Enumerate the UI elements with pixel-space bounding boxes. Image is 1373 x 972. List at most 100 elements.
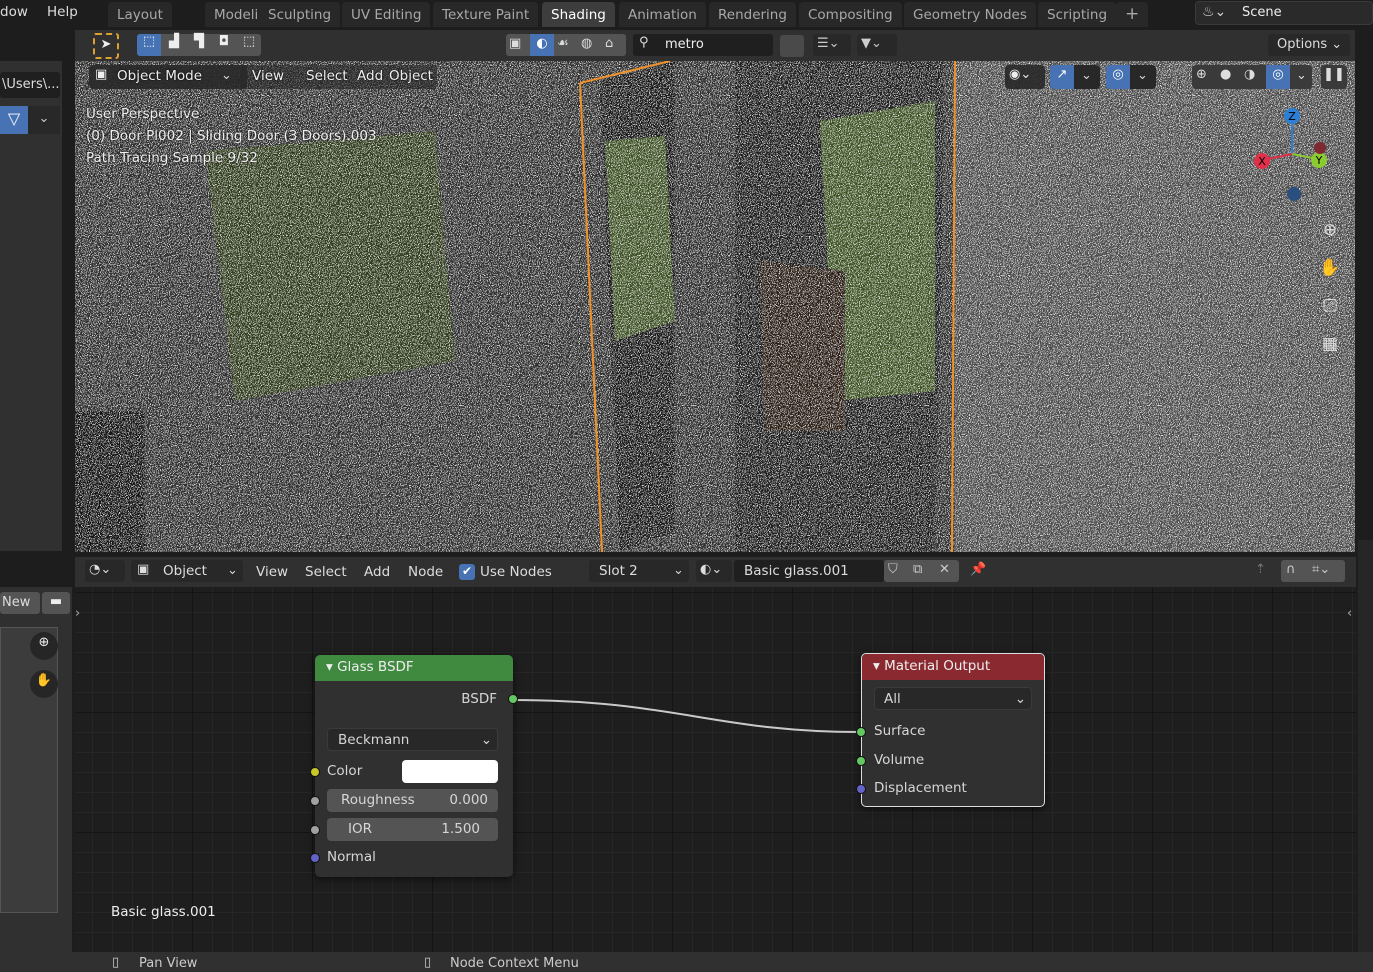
mode-dropdown[interactable]: ▣ Object Mode ⌄ bbox=[89, 65, 247, 89]
open-folder-icon[interactable]: ▬ bbox=[42, 592, 70, 614]
rendered-shading-icon[interactable]: ◎ bbox=[1266, 65, 1290, 89]
snap-grid-icon[interactable]: ⌗⌄ bbox=[1312, 562, 1330, 577]
hand-pan-icon[interactable]: ✋ bbox=[1318, 249, 1342, 287]
material-preview-icon[interactable]: ◑ bbox=[1244, 67, 1255, 82]
select-tool-icon[interactable]: ➤ bbox=[93, 33, 119, 59]
tab-sculpting[interactable]: Sculpting bbox=[259, 2, 341, 27]
pin-icon[interactable]: 📌 bbox=[970, 562, 986, 577]
display-mode-dropdown[interactable]: ☰⌄ bbox=[813, 34, 851, 56]
menu-node[interactable]: Node bbox=[408, 564, 443, 580]
extend-selection-icon[interactable]: ▟ bbox=[162, 34, 186, 49]
expand-right-chevron-icon[interactable]: ‹ bbox=[1347, 606, 1352, 621]
color-input-socket[interactable] bbox=[310, 767, 320, 777]
roughness-field[interactable]: Roughness 0.000 bbox=[327, 789, 498, 812]
browse-material-icon[interactable]: ◐⌄ bbox=[696, 560, 732, 582]
material-name-field[interactable]: Basic glass.001 bbox=[734, 560, 884, 582]
new-image-button[interactable]: New bbox=[0, 592, 40, 614]
material-icon[interactable]: ◐ bbox=[530, 34, 554, 56]
visibility-selectability-icon[interactable]: ◉⌄ bbox=[1005, 65, 1045, 89]
distribution-dropdown[interactable]: Beckmann ⌄ bbox=[327, 728, 498, 751]
perspective-grid-icon[interactable]: ▦ bbox=[1318, 325, 1342, 363]
displacement-input-socket[interactable] bbox=[856, 784, 866, 794]
hand-pan-icon[interactable]: ✋ bbox=[30, 670, 58, 698]
camera-icon[interactable]: ⎚ bbox=[1318, 287, 1342, 325]
color-swatch[interactable] bbox=[402, 760, 498, 783]
output-node-header[interactable]: ▾ Material Output bbox=[862, 654, 1044, 680]
snap-magnet-icon[interactable]: ∩ bbox=[1286, 562, 1296, 577]
zoom-icon[interactable]: ⊕ bbox=[30, 632, 58, 660]
volume-input-socket[interactable] bbox=[856, 756, 866, 766]
target-dropdown[interactable]: All ⌄ bbox=[874, 687, 1032, 710]
solid-shading-icon[interactable]: ● bbox=[1220, 67, 1231, 82]
menu-view[interactable]: View bbox=[252, 68, 284, 84]
material-output-node[interactable]: ▾ Material Output All ⌄ Surface Volume D… bbox=[856, 653, 1045, 807]
menu-help[interactable]: Help bbox=[47, 4, 78, 20]
menu-add[interactable]: Add bbox=[357, 68, 383, 84]
filter-dropdown-chevron-icon[interactable]: ⌄ bbox=[28, 106, 60, 134]
texture-icon[interactable]: ☙ bbox=[557, 36, 569, 51]
bsdf-output-socket[interactable] bbox=[508, 694, 518, 704]
toggle-button[interactable] bbox=[780, 35, 804, 57]
options-dropdown[interactable]: Options ⌄ bbox=[1268, 34, 1350, 56]
scene-selector[interactable]: ♨⌄ Scene bbox=[1195, 1, 1373, 25]
zoom-icon[interactable]: ⊕ bbox=[1318, 211, 1342, 249]
navigation-gizmo[interactable]: Z Y X bbox=[1250, 106, 1330, 206]
add-workspace-button[interactable]: + bbox=[1116, 2, 1149, 27]
tab-scripting[interactable]: Scripting bbox=[1038, 2, 1117, 27]
use-nodes-label: Use Nodes bbox=[480, 564, 552, 580]
pause-render-button[interactable]: ❚❚ bbox=[1321, 65, 1347, 89]
menu-select[interactable]: Select bbox=[305, 564, 347, 580]
tab-uv-editing[interactable]: UV Editing bbox=[342, 2, 431, 27]
wireframe-shading-icon[interactable]: ⊕ bbox=[1196, 67, 1207, 82]
tab-geometry-nodes[interactable]: Geometry Nodes bbox=[904, 2, 1036, 27]
roughness-input-socket[interactable] bbox=[310, 796, 320, 806]
collapse-icon[interactable]: ▾ bbox=[326, 659, 337, 675]
duplicate-material-icon[interactable]: ⧉ bbox=[913, 562, 922, 577]
subtract-selection-icon[interactable]: ▜ bbox=[187, 34, 211, 49]
3d-viewport[interactable]: ▣ Object Mode ⌄ View Select Add Object U… bbox=[75, 61, 1355, 552]
fake-user-shield-icon[interactable]: ⛉ bbox=[888, 562, 898, 577]
glass-bsdf-node[interactable]: ▾ Glass BSDF BSDF Beckmann ⌄ Color Rough… bbox=[310, 655, 518, 877]
menu-object[interactable]: Object bbox=[389, 68, 433, 84]
ior-field[interactable]: IOR 1.500 bbox=[327, 818, 498, 841]
ior-input-socket[interactable] bbox=[310, 825, 320, 835]
tab-rendering[interactable]: Rendering bbox=[709, 2, 796, 27]
slot-dropdown[interactable]: Slot 2 ⌄ bbox=[589, 560, 689, 582]
invert-selection-icon[interactable]: ◘ bbox=[212, 34, 236, 49]
unlink-close-icon[interactable]: ✕ bbox=[939, 562, 950, 577]
snap-buttons: ∩ ⌗⌄ bbox=[1281, 560, 1345, 582]
properties-tabs-strip[interactable] bbox=[1358, 540, 1373, 952]
tab-texture-paint[interactable]: Texture Paint bbox=[433, 2, 539, 27]
node-editor-canvas[interactable]: › ‹ Basic glass.001 ▾ Glass BSDF BSDF Be… bbox=[75, 587, 1356, 952]
surface-input-socket[interactable] bbox=[856, 727, 866, 737]
normal-input-socket[interactable] bbox=[310, 853, 320, 863]
tab-compositing[interactable]: Compositing bbox=[799, 2, 902, 27]
world-icon[interactable]: ◍ bbox=[581, 36, 592, 51]
intersect-selection-icon[interactable]: ⬚ bbox=[237, 34, 261, 49]
editor-type-buttons: ▣ ◐ ☙ ◍ ⌂ bbox=[506, 34, 626, 56]
tab-shading[interactable]: Shading bbox=[542, 2, 615, 27]
mouse-right-icon: ▯ bbox=[424, 955, 432, 970]
editor-type-dropdown[interactable]: ◔⌄ bbox=[85, 560, 125, 582]
parent-node-tree-icon[interactable]: ⇡ bbox=[1255, 562, 1266, 577]
overlay-toggle[interactable]: ◎ ⌄ bbox=[1106, 65, 1156, 89]
gizmo-toggle[interactable]: ↗ ⌄ bbox=[1050, 65, 1100, 89]
menu-window[interactable]: dow bbox=[0, 4, 28, 20]
filter-dropdown[interactable]: ▼⌄ bbox=[857, 34, 897, 56]
glass-node-header[interactable]: ▾ Glass BSDF bbox=[315, 655, 513, 681]
tab-layout[interactable]: Layout bbox=[108, 2, 172, 27]
filter-icon[interactable]: ▽ bbox=[0, 106, 28, 134]
expand-left-chevron-icon[interactable]: › bbox=[75, 606, 80, 621]
shader-type-dropdown[interactable]: ▣ Object ⌄ bbox=[131, 560, 243, 582]
menu-add[interactable]: Add bbox=[364, 564, 390, 580]
path-field[interactable]: \Users\... bbox=[0, 72, 60, 98]
menu-select[interactable]: Select bbox=[306, 68, 348, 84]
brush-icon[interactable]: ⌂ bbox=[605, 36, 613, 51]
viewport-icon[interactable]: ▣ bbox=[509, 36, 521, 51]
use-nodes-checkbox[interactable]: ✔ bbox=[459, 564, 475, 580]
collapse-icon[interactable]: ▾ bbox=[873, 658, 884, 674]
set-new-selection-icon[interactable]: ⬚ bbox=[137, 34, 161, 56]
tab-animation[interactable]: Animation bbox=[619, 2, 706, 27]
menu-view[interactable]: View bbox=[256, 564, 288, 580]
search-input[interactable]: ⚲ metro bbox=[633, 34, 773, 56]
